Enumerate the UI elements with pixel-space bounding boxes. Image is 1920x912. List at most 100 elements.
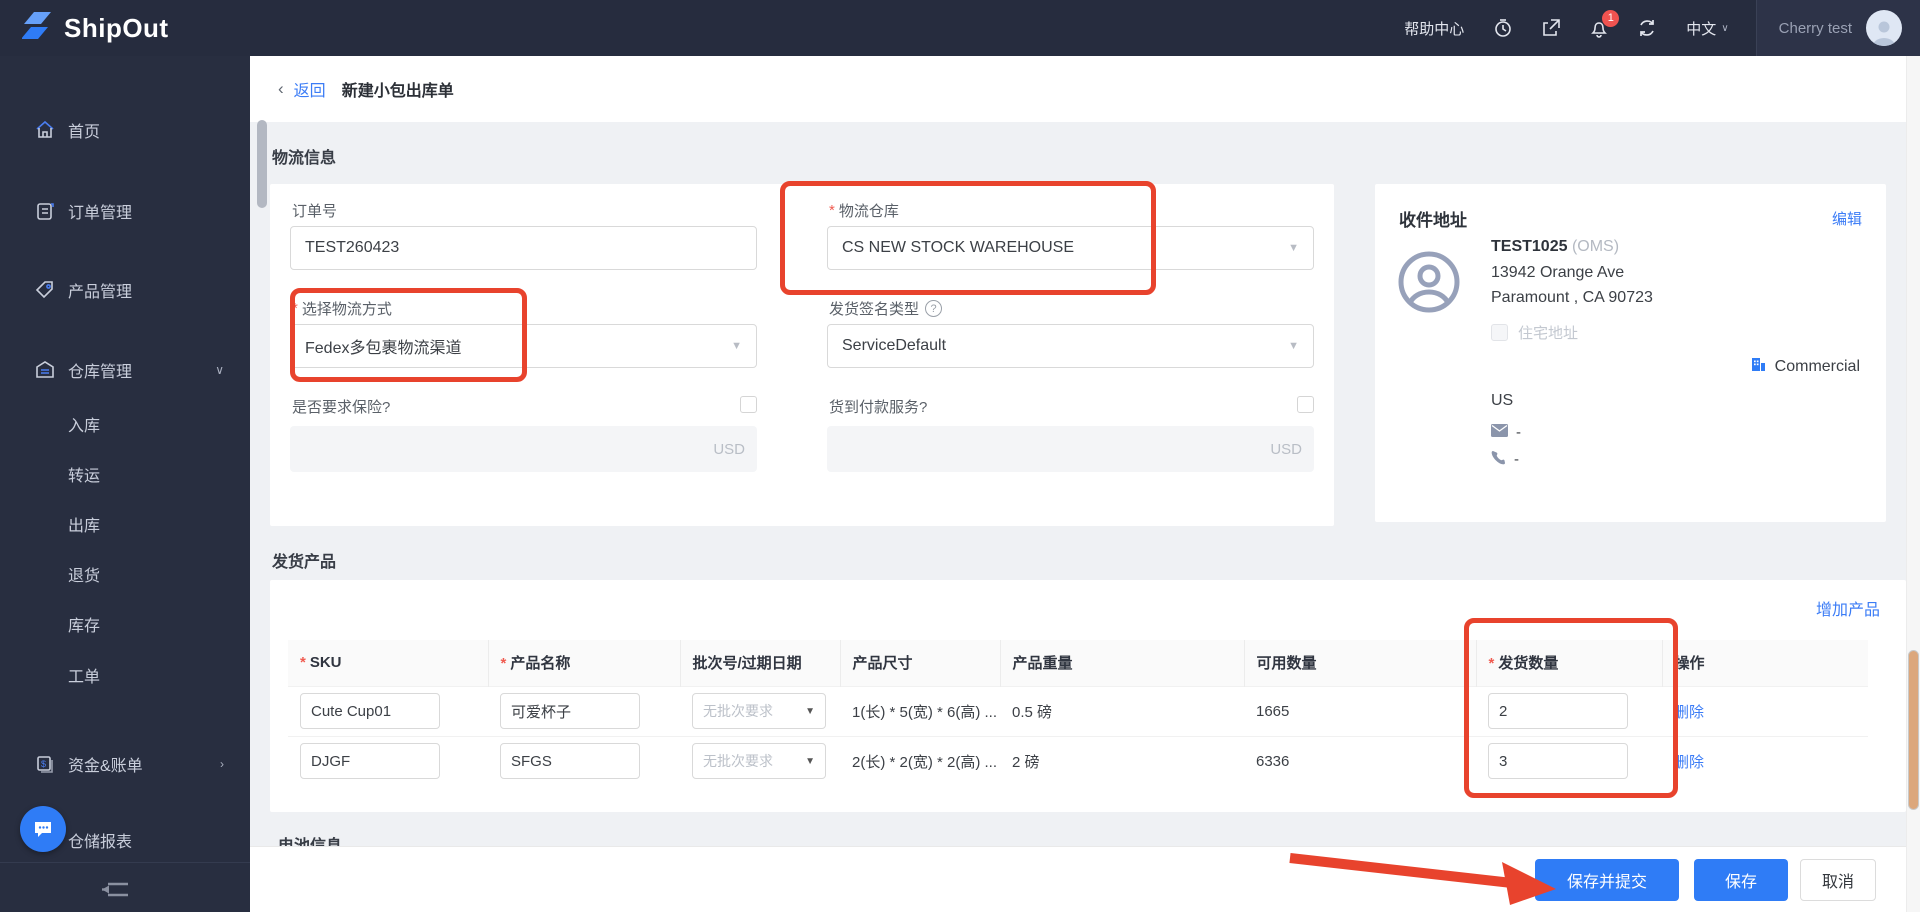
sync-refresh-icon[interactable] xyxy=(1636,17,1658,39)
address-section-title: 收件地址 xyxy=(1399,211,1467,230)
help-icon[interactable]: ? xyxy=(925,300,943,317)
save-button[interactable]: 保存 xyxy=(1694,859,1788,901)
col-header-available: 可用数量 xyxy=(1243,640,1476,686)
warehouse-select[interactable]: CS NEW STOCK WAREHOUSE ▼ xyxy=(827,226,1314,270)
address-phone-value: - xyxy=(1514,451,1519,468)
sidebar-subitem-label: 退货 xyxy=(68,568,101,585)
warehouse-label: * 物流仓库 xyxy=(829,202,899,220)
building-icon xyxy=(1750,356,1767,378)
insurance-checkbox[interactable] xyxy=(740,396,757,413)
insurance-label: 是否要求保险? xyxy=(292,399,391,416)
sidebar-item-products[interactable]: 产品管理 xyxy=(0,276,250,304)
sidebar-item-transfer[interactable]: 转运 xyxy=(0,460,250,488)
sidebar-item-returns[interactable]: 退货 xyxy=(0,560,250,588)
caret-down-icon: ▼ xyxy=(805,705,815,717)
chat-support-button[interactable] xyxy=(20,806,66,852)
envelope-icon xyxy=(1491,424,1508,441)
product-name-input[interactable] xyxy=(500,693,640,729)
residential-label: 住宅地址 xyxy=(1518,325,1579,342)
footer-action-bar: 保存并提交 保存 取消 xyxy=(250,846,1906,912)
user-name: Cherry test xyxy=(1778,19,1852,37)
residential-checkbox[interactable] xyxy=(1491,324,1508,341)
product-weight-cell: 0.5 磅 xyxy=(1000,685,1244,736)
chevron-down-icon: ∨ xyxy=(1721,22,1729,34)
table-row: 无批次要求▼ 1(长) * 5(宽) * 6(高) ... 0.5 磅 1665… xyxy=(288,685,1868,736)
sidebar-divider xyxy=(0,862,250,863)
ship-qty-input[interactable] xyxy=(1488,743,1628,780)
brand-logo[interactable]: ShipOut xyxy=(0,11,250,46)
sidebar-item-funds-billing[interactable]: $ 资金&账单 › xyxy=(0,750,250,778)
sidebar-item-outbound[interactable]: 出库 xyxy=(0,510,250,538)
back-link[interactable]: 返回 xyxy=(294,77,326,101)
sidebar-subitem-label: 转运 xyxy=(68,468,101,485)
delete-row-link[interactable]: 删除 xyxy=(1674,754,1704,771)
order-no-label: 订单号 xyxy=(292,203,338,220)
order-document-icon xyxy=(34,200,56,222)
product-size-cell: 2(长) * 2(宽) * 2(高) ... xyxy=(840,735,1000,786)
logistics-form-card: 订单号 * 物流仓库 CS NEW STOCK WAREHOUSE ▼ * 选择… xyxy=(270,184,1334,526)
shipping-method-label: * 选择物流方式 xyxy=(292,300,392,318)
product-name-input[interactable] xyxy=(500,743,640,780)
col-header-sku: * SKU xyxy=(288,640,488,686)
user-menu[interactable]: Cherry test xyxy=(1755,0,1920,56)
notification-badge: 1 xyxy=(1602,10,1620,27)
ship-qty-input[interactable] xyxy=(1488,693,1628,729)
add-product-link[interactable]: 增加产品 xyxy=(1816,596,1880,620)
notification-bell-icon[interactable]: 1 xyxy=(1588,10,1620,39)
sidebar-item-home[interactable]: 首页 xyxy=(0,116,250,144)
caret-down-icon: ▼ xyxy=(805,755,815,767)
sidebar-item-label: 仓储报表 xyxy=(68,834,133,851)
cod-amount-input[interactable]: USD xyxy=(827,426,1314,472)
available-qty-cell: 1665 xyxy=(1244,685,1476,736)
shipout-logo-icon xyxy=(21,11,54,46)
recipient-address-card: 收件地址 编辑 TEST1025 (OMS) 13942 Orange Ave … xyxy=(1375,184,1886,522)
sidebar-item-orders[interactable]: 订单管理 xyxy=(0,197,250,225)
recipient-avatar-icon xyxy=(1397,250,1461,319)
svg-text:$: $ xyxy=(41,759,46,769)
sidebar-item-inbound[interactable]: 入库 xyxy=(0,410,250,438)
top-bar: ShipOut 帮助中心 1 中文 ∨ Cherry test xyxy=(0,0,1920,56)
page-scrollbar[interactable] xyxy=(1906,56,1920,912)
language-selector[interactable]: 中文 ∨ xyxy=(1686,18,1728,39)
chevron-right-icon: › xyxy=(220,757,224,771)
recipient-name: TEST1025 (OMS) xyxy=(1491,238,1620,255)
products-section-title: 发货产品 xyxy=(272,554,337,571)
page-header: ‹ 返回 新建小包出库单 xyxy=(250,56,1906,122)
cod-checkbox[interactable] xyxy=(1297,396,1314,413)
page-scrollbar-thumb[interactable] xyxy=(1908,650,1919,810)
warehouse-box-icon xyxy=(34,359,56,381)
save-and-submit-button[interactable]: 保存并提交 xyxy=(1535,859,1679,901)
delete-row-link[interactable]: 删除 xyxy=(1674,704,1704,721)
required-marker: * xyxy=(829,202,835,219)
commercial-type: Commercial xyxy=(1750,356,1860,378)
order-no-input[interactable] xyxy=(290,226,757,270)
address-country: US xyxy=(1491,392,1514,409)
sidebar-item-inventory[interactable]: 库存 xyxy=(0,610,250,638)
history-clock-icon[interactable] xyxy=(1492,17,1514,39)
sidebar-subitem-label: 库存 xyxy=(68,618,101,635)
currency-suffix: USD xyxy=(1270,440,1302,458)
chevron-down-icon: ∨ xyxy=(215,363,224,377)
batch-select[interactable]: 无批次要求 ▼ xyxy=(692,743,826,780)
phone-icon xyxy=(1491,450,1506,469)
insurance-amount-input[interactable]: USD xyxy=(290,426,757,472)
batch-select[interactable]: 无批次要求 ▼ xyxy=(692,693,826,729)
shipping-method-select[interactable]: Fedex多包裹物流渠道 ▼ xyxy=(290,324,757,368)
sidebar-subitem-label: 工单 xyxy=(68,669,101,686)
back-chevron-icon[interactable]: ‹ xyxy=(278,79,284,99)
share-icon[interactable] xyxy=(1540,17,1562,39)
product-tag-icon xyxy=(34,279,56,301)
collapse-sidebar-icon[interactable] xyxy=(100,876,136,906)
content-scrollbar-thumb[interactable] xyxy=(257,120,267,208)
sku-input[interactable] xyxy=(300,693,440,729)
sidebar-nav: 首页 订单管理 产品管理 仓库管理 ∨ 入库 转运 出库 退货 库存 工单 $ … xyxy=(0,56,250,912)
help-center-link[interactable]: 帮助中心 xyxy=(1404,18,1464,39)
col-header-product-name: * 产品名称 xyxy=(487,640,680,686)
signature-type-select[interactable]: ServiceDefault ▼ xyxy=(827,324,1314,368)
edit-address-link[interactable]: 编辑 xyxy=(1832,208,1862,229)
sidebar-item-warehouse[interactable]: 仓库管理 ∨ xyxy=(0,356,250,384)
address-line2: Paramount , CA 90723 xyxy=(1491,289,1653,306)
sidebar-item-workorder[interactable]: 工单 xyxy=(0,661,250,689)
cancel-button[interactable]: 取消 xyxy=(1800,859,1876,901)
sku-input[interactable] xyxy=(300,743,440,780)
